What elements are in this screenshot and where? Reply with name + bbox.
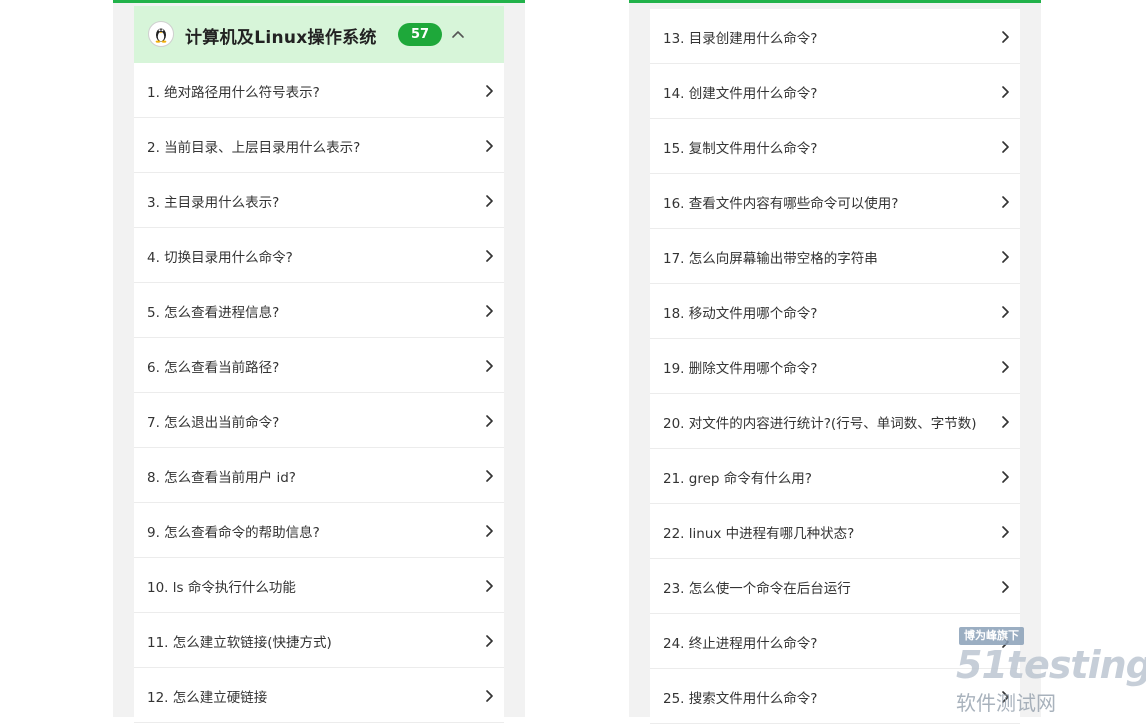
question-text: 10. ls 命令执行什么功能 [147,580,296,596]
question-item[interactable]: 10. ls 命令执行什么功能 [134,558,504,613]
question-item[interactable]: 20. 对文件的内容进行统计?(行号、单词数、字节数) [650,394,1020,449]
chevron-right-icon [998,138,1012,156]
question-list-right: 13. 目录创建用什么命令? 14. 创建文件用什么命令? 15. 复制文件用什么命… [650,9,1020,724]
chevron-right-icon [998,83,1012,101]
question-text: 6. 怎么查看当前路径? [147,360,280,376]
question-text: 13. 目录创建用什么命令? [663,31,818,47]
question-item[interactable]: 3. 主目录用什么表示? [134,173,504,228]
question-text: 12. 怎么建立硬链接 [147,690,268,706]
question-item[interactable]: 16. 查看文件内容有哪些命令可以使用? [650,174,1020,229]
chevron-right-icon [998,358,1012,376]
site-watermark: 博为峰旗下 51testing 软件测试网 [952,627,1146,715]
question-text: 19. 删除文件用哪个命令? [663,361,818,377]
chevron-right-icon [482,522,496,540]
chevron-right-icon [998,248,1012,266]
question-item[interactable]: 7. 怎么退出当前命令? [134,393,504,448]
question-list-left: 1. 绝对路径用什么符号表示? 2. 当前目录、上层目录用什么表示? 3. 主目录用… [134,63,504,723]
chevron-right-icon [482,82,496,100]
collapse-button[interactable] [447,21,469,47]
chevron-right-icon [482,412,496,430]
question-item[interactable]: 13. 目录创建用什么命令? [650,9,1020,64]
chevron-right-icon [482,302,496,320]
question-text: 5. 怎么查看进程信息? [147,305,280,321]
question-text: 11. 怎么建立软链接(快捷方式) [147,635,332,651]
chevron-up-icon [452,31,464,38]
question-text: 16. 查看文件内容有哪些命令可以使用? [663,196,899,212]
question-text: 24. 终止进程用什么命令? [663,636,818,652]
question-item[interactable]: 8. 怎么查看当前用户 id? [134,448,504,503]
category-title: 计算机及Linux操作系统 [185,28,377,48]
question-item[interactable]: 11. 怎么建立软链接(快捷方式) [134,613,504,668]
chevron-right-icon [998,523,1012,541]
question-text: 4. 切换目录用什么命令? [147,250,293,266]
question-panel-right: 13. 目录创建用什么命令? 14. 创建文件用什么命令? 15. 复制文件用什么命… [629,0,1041,724]
question-text: 21. grep 命令有什么用? [663,471,812,487]
question-text: 18. 移动文件用哪个命令? [663,306,818,322]
chevron-right-icon [482,687,496,705]
chevron-right-icon [998,28,1012,46]
question-item[interactable]: 1. 绝对路径用什么符号表示? [134,63,504,118]
watermark-logo: 51testing [956,643,1146,687]
chevron-right-icon [998,468,1012,486]
question-item[interactable]: 6. 怎么查看当前路径? [134,338,504,393]
question-item[interactable]: 21. grep 命令有什么用? [650,449,1020,504]
question-text: 15. 复制文件用什么命令? [663,141,818,157]
question-item[interactable]: 14. 创建文件用什么命令? [650,64,1020,119]
chevron-right-icon [482,357,496,375]
question-text: 22. linux 中进程有哪几种状态? [663,526,855,542]
chevron-right-icon [998,413,1012,431]
chevron-right-icon [482,577,496,595]
chevron-right-icon [998,303,1012,321]
question-text: 20. 对文件的内容进行统计?(行号、单词数、字节数) [663,416,977,432]
question-item[interactable]: 15. 复制文件用什么命令? [650,119,1020,174]
chevron-right-icon [998,193,1012,211]
question-item[interactable]: 23. 怎么使一个命令在后台运行 [650,559,1020,614]
question-item[interactable]: 2. 当前目录、上层目录用什么表示? [134,118,504,173]
question-text: 9. 怎么查看命令的帮助信息? [147,525,320,541]
question-text: 3. 主目录用什么表示? [147,195,280,211]
question-item[interactable]: 12. 怎么建立硬链接 [134,668,504,723]
question-text: 2. 当前目录、上层目录用什么表示? [147,140,361,156]
question-text: 25. 搜索文件用什么命令? [663,691,818,707]
question-count-badge: 57 [398,23,442,46]
linux-tux-icon [148,21,174,47]
question-item[interactable]: 5. 怎么查看进程信息? [134,283,504,338]
chevron-right-icon [482,247,496,265]
question-item[interactable]: 9. 怎么查看命令的帮助信息? [134,503,504,558]
question-item[interactable]: 18. 移动文件用哪个命令? [650,284,1020,339]
chevron-right-icon [482,192,496,210]
question-item[interactable]: 22. linux 中进程有哪几种状态? [650,504,1020,559]
chevron-right-icon [998,578,1012,596]
watermark-subtitle: 软件测试网 [956,691,1056,715]
question-text: 17. 怎么向屏幕输出带空格的字符串 [663,251,878,267]
category-header[interactable]: 计算机及Linux操作系统 57 [134,6,504,63]
question-text: 23. 怎么使一个命令在后台运行 [663,581,851,597]
question-item[interactable]: 17. 怎么向屏幕输出带空格的字符串 [650,229,1020,284]
question-panel-left: 计算机及Linux操作系统 57 1. 绝对路径用什么符号表示? 2. 当前目录、… [113,0,525,723]
chevron-right-icon [482,632,496,650]
chevron-right-icon [482,467,496,485]
question-item[interactable]: 19. 删除文件用哪个命令? [650,339,1020,394]
question-text: 7. 怎么退出当前命令? [147,415,280,431]
question-text: 14. 创建文件用什么命令? [663,86,818,102]
question-text: 8. 怎么查看当前用户 id? [147,470,296,486]
question-text: 1. 绝对路径用什么符号表示? [147,85,320,101]
chevron-right-icon [482,137,496,155]
question-item[interactable]: 4. 切换目录用什么命令? [134,228,504,283]
